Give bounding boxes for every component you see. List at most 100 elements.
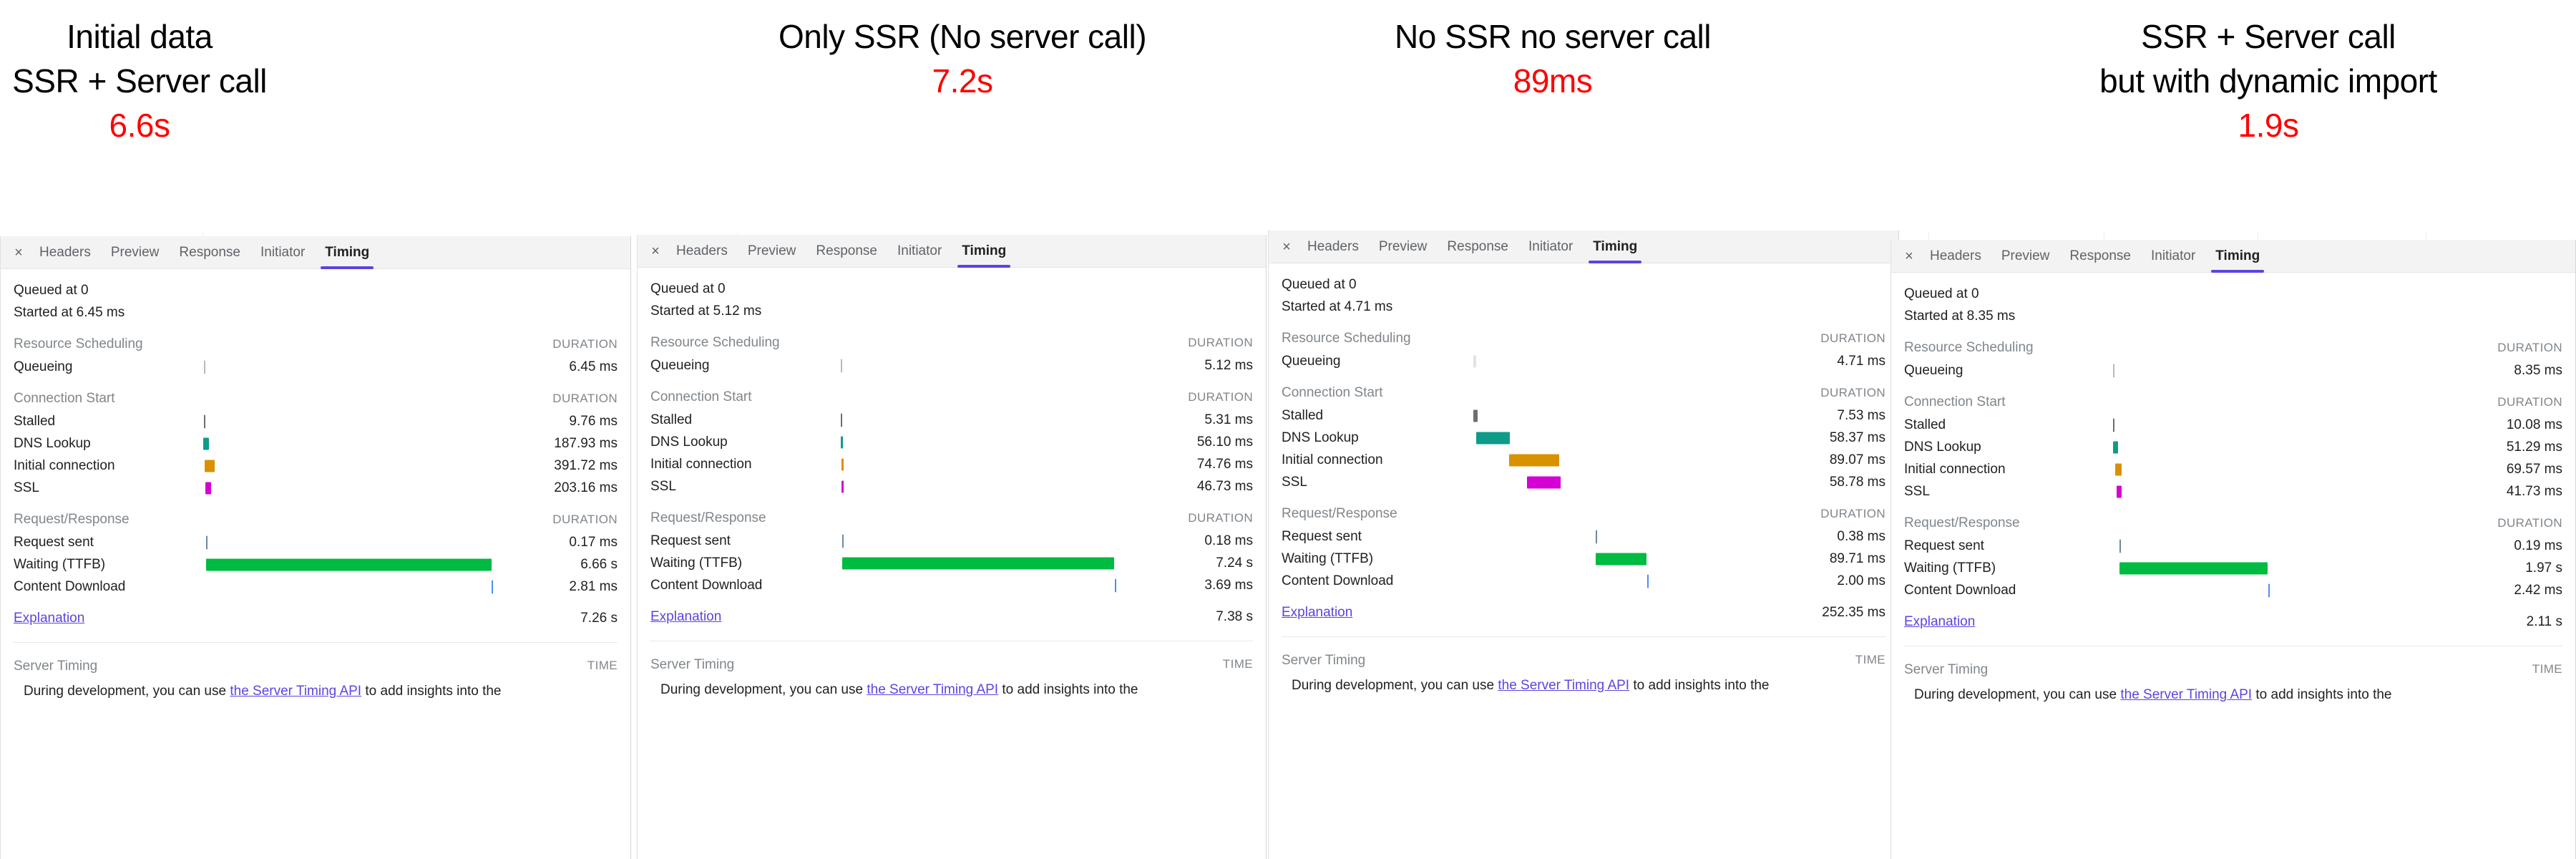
server-note-suffix: to add insights into the [361,684,502,699]
heading-panel-3: No SSR no server call 89ms [1281,14,1825,103]
timing-row-value: 187.93 ms [554,435,618,451]
timing-row-value: 89.71 ms [1829,550,1885,566]
timing-row: SSL 203.16 ms [14,477,618,499]
tab-response[interactable]: Response [2059,240,2141,273]
timing-group-header: Request/Response DURATION [1282,493,1885,525]
timing-group-spacer [1446,318,1778,350]
timing-row-label: Queueing [1904,362,1963,378]
duration-column-header: DURATION [2497,516,2562,530]
timing-bar-initial-connection [205,460,215,472]
tab-headers[interactable]: Headers [29,236,101,269]
timing-row: Queueing 8.35 ms [1904,359,2562,382]
timing-group-spacer [178,378,510,410]
server-timing-note: During development, you can use the Serv… [14,681,618,702]
section-divider [1282,636,1885,637]
timing-row-track [2083,557,2448,579]
timing-row-value: 2.42 ms [2514,582,2562,598]
explanation-link[interactable]: Explanation [1904,614,1975,629]
tab-timing[interactable]: Timing [1583,230,1647,263]
timing-group-header: Connection Start DURATION [14,378,618,410]
server-note-prefix: During development, you can use [1914,687,2121,702]
timing-row-value: 6.66 s [580,556,618,572]
timing-row-value: 5.12 ms [1204,357,1253,373]
time-column-header: TIME [587,659,618,672]
devtools-panel-3: × Headers Preview Response Initiator Timing Qu… [1268,230,1899,859]
timing-group-name: Resource Scheduling [1904,340,2034,355]
timing-group-spacer [815,498,1146,530]
timing-bar-waiting-ttfb [2119,562,2268,574]
heading-time: 89ms [1513,62,1593,100]
timing-row-value: 2.81 ms [569,578,618,594]
timing-row-track [815,409,1146,431]
tab-preview[interactable]: Preview [1369,230,1438,263]
server-timing-api-link[interactable]: the Server Timing API [230,684,361,699]
duration-column-header: DURATION [1188,390,1253,404]
close-icon[interactable]: × [645,235,666,268]
duration-column-header: DURATION [2497,341,2562,354]
server-note-suffix: to add insights into the [2252,687,2392,702]
tab-headers[interactable]: Headers [1297,230,1369,263]
explanation-spacer [815,596,1146,625]
timing-bar-content-download [492,580,493,593]
queued-at-text: Queued at 0 [1282,277,1357,292]
timing-row: Waiting (TTFB) 6.66 s [14,553,618,576]
tab-headers[interactable]: Headers [1920,240,1991,273]
timing-row-value: 4.71 ms [1837,353,1885,369]
server-timing-label: Server Timing [14,659,98,674]
close-icon[interactable]: × [1276,230,1297,263]
tab-timing[interactable]: Timing [952,235,1016,268]
close-icon[interactable]: × [1898,240,1920,273]
time-column-header: TIME [2532,662,2562,676]
timing-row-label: Waiting (TTFB) [650,555,743,571]
timing-row-track [178,576,510,598]
tab-response[interactable]: Response [1437,230,1518,263]
tab-initiator[interactable]: Initiator [887,235,952,268]
timing-row-label: DNS Lookup [1282,430,1359,445]
timing-row-track [178,531,510,553]
timing-bar-request-sent [1596,530,1597,543]
timing-row-track [815,475,1146,498]
explanation-link[interactable]: Explanation [1282,605,1352,620]
server-timing-label: Server Timing [650,657,735,672]
tab-preview[interactable]: Preview [738,235,806,268]
tab-response[interactable]: Response [806,235,887,268]
server-timing-api-link[interactable]: the Server Timing API [2120,687,2252,702]
timing-group-name: Resource Scheduling [1282,331,1411,346]
timing-row-label: Request sent [650,533,731,548]
heading-panel-2: Only SSR (No server call) 7.2s [651,14,1274,103]
started-at-text: Started at 8.35 ms [1904,309,2016,324]
close-icon[interactable]: × [8,236,29,269]
timing-bar-content-download [1647,574,1649,588]
total-duration-value: 7.26 s [580,611,618,626]
server-timing-api-link[interactable]: the Server Timing API [1498,678,1629,693]
timing-group-header: Connection Start DURATION [1904,382,2562,414]
timing-bar-queueing [841,359,842,372]
tab-initiator[interactable]: Initiator [1518,230,1583,263]
timing-row-track [1446,449,1778,471]
timing-group-spacer [178,324,510,356]
server-timing-api-link[interactable]: the Server Timing API [867,682,998,697]
tab-headers[interactable]: Headers [666,235,738,268]
server-timing-note: During development, you can use the Serv… [1282,676,1885,696]
timing-bar-stalled [1473,409,1478,422]
heading-time: 7.2s [932,62,993,100]
timing-row-value: 0.38 ms [1837,528,1885,544]
tab-preview[interactable]: Preview [101,236,170,269]
tab-initiator[interactable]: Initiator [2141,240,2205,273]
timing-group-header: Request/Response DURATION [650,498,1253,530]
tab-timing[interactable]: Timing [2205,240,2270,273]
timing-row-label: Content Download [14,578,126,594]
timing-row-track [2083,436,2448,458]
timing-row-label: Queueing [650,357,710,373]
tab-response[interactable]: Response [169,236,250,269]
tab-preview[interactable]: Preview [1991,240,2060,273]
timing-table: Resource Scheduling DURATION Queueing 8.35 … [1904,327,2562,630]
timing-row: Waiting (TTFB) 1.97 s [1904,557,2562,579]
explanation-link[interactable]: Explanation [14,611,84,626]
tab-timing[interactable]: Timing [315,236,379,269]
timing-bar-initial-connection [841,458,844,470]
explanation-link[interactable]: Explanation [650,609,721,624]
timing-row-value: 69.57 ms [2506,461,2562,477]
timing-row-track [815,530,1146,552]
tab-initiator[interactable]: Initiator [250,236,315,269]
